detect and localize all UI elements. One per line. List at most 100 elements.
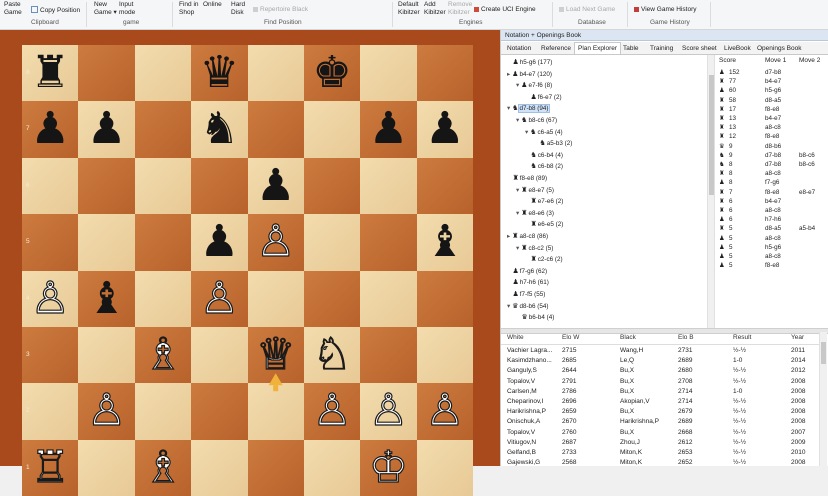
expand-toggle-icon[interactable]: ▾: [525, 129, 528, 136]
white-piece[interactable]: ♙: [22, 271, 78, 327]
stats-move-2[interactable]: a5-b4: [799, 225, 815, 233]
game-row[interactable]: Gelfand,B 2733 Miton,K 2653 ½-½ 2010: [501, 448, 819, 458]
board-square[interactable]: [416, 326, 474, 384]
expand-toggle-icon[interactable]: ▸: [507, 71, 510, 78]
game-row[interactable]: Cheparinov,I 2696 Akopian,V 2714 ½-½ 2008: [501, 397, 819, 407]
board-square[interactable]: [247, 45, 304, 102]
expand-toggle-icon[interactable]: [534, 140, 538, 147]
stats-move-1[interactable]: d7-b8: [765, 152, 781, 160]
expand-toggle-icon[interactable]: [507, 175, 511, 182]
game-row[interactable]: Ganguly,S 2644 Bu,X 2680 ½-½ 2012: [501, 366, 819, 376]
board-square[interactable]: [191, 383, 248, 440]
tree-node[interactable]: ▾ ♜e8-e6 (3): [516, 209, 554, 218]
tree-node[interactable]: ♞c6-b8 (2): [525, 162, 563, 171]
tree-node[interactable]: ♟f7-f5 (55): [507, 290, 546, 299]
tree-node[interactable]: ♜f8-e8 (89): [507, 174, 548, 183]
board-square[interactable]: [134, 45, 192, 102]
expand-toggle-icon[interactable]: ▸: [507, 233, 510, 240]
expand-toggle-icon[interactable]: ▾: [516, 187, 519, 194]
column-header[interactable]: Elo W: [562, 334, 579, 341]
view-game-history-button[interactable]: View Game History: [634, 6, 697, 14]
stats-move-1[interactable]: a8-c8: [765, 207, 781, 215]
board-square[interactable]: [134, 214, 192, 271]
tree-node[interactable]: ▾ ♛d8-b6 (54): [507, 302, 549, 311]
black-piece[interactable]: ♟: [191, 214, 247, 270]
board-square[interactable]: [416, 45, 474, 102]
stats-move-2[interactable]: b8-c6: [799, 152, 815, 160]
board-square[interactable]: [247, 439, 304, 496]
white-piece[interactable]: ♗: [135, 440, 191, 496]
tree-node[interactable]: ♜e7-e6 (2): [525, 197, 564, 206]
tab-reference[interactable]: Reference: [538, 43, 574, 54]
add-kibitzer-button[interactable]: Add Kibitzer: [424, 1, 446, 17]
default-kibitzer-button[interactable]: Default Kibitzer: [398, 1, 420, 17]
remove-kibitzer-button[interactable]: Remove Kibitzer: [448, 1, 472, 17]
tree-node[interactable]: ♜c2-c6 (2): [525, 255, 563, 264]
game-row[interactable]: Kasimdzhano... 2685 Le,Q 2689 1-0 2014: [501, 356, 819, 366]
stats-move-1[interactable]: h5-g6: [765, 244, 781, 252]
tab-livebook[interactable]: LiveBook: [721, 43, 754, 54]
tab-plan-explorer[interactable]: Plan Explorer: [574, 42, 622, 54]
board-square[interactable]: [303, 270, 361, 327]
new-game-button[interactable]: New Game ▾: [94, 1, 117, 17]
stats-move-1[interactable]: a8-c8: [765, 253, 781, 261]
white-piece[interactable]: ♙: [417, 383, 473, 439]
board-square[interactable]: [416, 270, 474, 327]
tab-notation[interactable]: Notation: [504, 43, 534, 54]
expand-toggle-icon[interactable]: [525, 94, 529, 101]
black-piece[interactable]: ♟: [22, 101, 78, 157]
game-row[interactable]: Harikrishna,P 2659 Bu,X 2679 ½-½ 2008: [501, 407, 819, 417]
stats-move-1[interactable]: d7-b8: [765, 69, 781, 77]
hard-disk-button[interactable]: Hard Disk: [231, 1, 245, 17]
black-piece[interactable]: ♟: [360, 101, 416, 157]
stats-move-1[interactable]: h7-h6: [765, 216, 781, 224]
board-square[interactable]: [303, 157, 361, 215]
board-square[interactable]: [78, 326, 135, 384]
tree-node[interactable]: ▾ ♟e7-f6 (8): [516, 81, 552, 90]
stats-move-1[interactable]: f7-g6: [765, 179, 779, 187]
board-square[interactable]: [78, 214, 135, 271]
board-square[interactable]: [134, 270, 192, 327]
black-piece[interactable]: ♟: [248, 158, 304, 214]
stats-move-1[interactable]: b4-e7: [765, 198, 781, 206]
game-row[interactable]: Topalov,V 2760 Bu,X 2668 ½-½ 2007: [501, 428, 819, 438]
board-square[interactable]: [360, 326, 417, 384]
stats-move-1[interactable]: d8-b6: [765, 143, 781, 151]
tree-node[interactable]: ♟f6-e7 (2): [525, 93, 562, 102]
game-row[interactable]: Topalov,V 2791 Bu,X 2708 ½-½ 2008: [501, 377, 819, 387]
stats-move-1[interactable]: h5-g6: [765, 87, 781, 95]
tree-node[interactable]: ♞a5-b3 (2): [534, 139, 573, 148]
expand-toggle-icon[interactable]: [525, 152, 529, 159]
black-piece[interactable]: ♝: [417, 214, 473, 270]
games-scroll-thumb[interactable]: [821, 342, 826, 364]
stats-move-1[interactable]: f8-e8: [765, 189, 779, 197]
tab-table[interactable]: Table: [620, 43, 642, 54]
board-square[interactable]: [360, 157, 417, 215]
black-piece[interactable]: ♞: [191, 101, 247, 157]
white-piece[interactable]: ♔: [360, 440, 416, 496]
board-square[interactable]: [22, 214, 79, 271]
expand-toggle-icon[interactable]: [525, 221, 529, 228]
black-piece[interactable]: ♜: [22, 45, 78, 101]
game-row[interactable]: Vachier Lagra... 2715 Wang,H 2731 ½-½ 2011: [501, 346, 819, 356]
stats-move-1[interactable]: a8-c8: [765, 235, 781, 243]
stats-move-1[interactable]: a8-c8: [765, 124, 781, 132]
tree-node[interactable]: ▾ ♞b8-c6 (67): [516, 116, 557, 125]
expand-toggle-icon[interactable]: [525, 256, 529, 263]
game-row[interactable]: Onischuk,A 2670 Harikrishna,P 2689 ½-½ 2008: [501, 417, 819, 427]
black-piece[interactable]: ♝: [78, 271, 134, 327]
black-piece[interactable]: ♟: [417, 101, 473, 157]
board-square[interactable]: [78, 45, 135, 102]
tree-node[interactable]: ▸ ♜a8-c8 (86): [507, 232, 548, 241]
stats-move-1[interactable]: a8-c8: [765, 170, 781, 178]
white-piece[interactable]: ♙: [191, 271, 247, 327]
board-square[interactable]: [78, 439, 135, 496]
board-square[interactable]: [22, 383, 79, 440]
create-uci-engine-button[interactable]: Create UCI Engine: [474, 6, 536, 14]
black-piece[interactable]: ♚: [304, 45, 360, 101]
tree-node[interactable]: ▾ ♞d7-b8 (94): [507, 104, 550, 114]
stats-move-2[interactable]: b8-c6: [799, 161, 815, 169]
tab-training[interactable]: Training: [647, 43, 676, 54]
stats-move-1[interactable]: d7-b8: [765, 161, 781, 169]
repertoire-black-button[interactable]: Repertoire Black: [253, 6, 308, 14]
